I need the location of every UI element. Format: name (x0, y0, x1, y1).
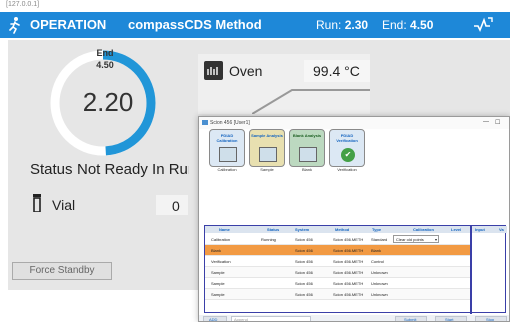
cell-status: Running (261, 237, 276, 242)
status-value: Not Ready In Run (77, 161, 189, 178)
submit-button[interactable]: Submit (395, 316, 427, 321)
run-time: Run: 2.30 (316, 18, 369, 32)
cell-method: Scion 456.METH (333, 281, 364, 286)
oven-label: Oven (229, 63, 263, 79)
cell-type: Standard (371, 237, 388, 242)
cell-system: Scion 456 (295, 248, 313, 253)
cell-type: Unknown (371, 281, 388, 286)
add-button[interactable]: ADD (203, 316, 227, 321)
table-header: Name Status System Method Type Calibrati… (205, 226, 471, 233)
blank-step-tile[interactable]: Blank Analysis (289, 129, 325, 167)
step-caption: Sample (260, 167, 274, 172)
table-row[interactable]: Sample Scion 456 Scion 456.METH Unknown (205, 267, 470, 278)
calibration-plot-icon (219, 147, 237, 162)
sample-step-tile[interactable]: Sample Analysis (249, 129, 285, 167)
table-row[interactable]: Sample Scion 456 Scion 456.METH Unknown (205, 278, 470, 289)
step-title: Sample Analysis (251, 133, 283, 138)
calibration-step-tile[interactable]: PDIAD Calibration (209, 129, 245, 167)
cell-system: Scion 456 (295, 270, 313, 275)
side-table-header: Input Va (471, 226, 507, 233)
column-header[interactable]: Type (372, 227, 381, 232)
cell-system: Scion 456 (295, 237, 313, 242)
window-titlebar[interactable]: Scion 456 [User1] — ☐ (199, 117, 509, 129)
column-header[interactable]: Calibration (413, 227, 434, 232)
sequence-window: Scion 456 [User1] — ☐ PDIAD Calibration … (198, 116, 510, 322)
table-row[interactable]: Calibration Running Scion 456 Scion 456.… (205, 234, 470, 245)
step-caption: Blank (301, 167, 312, 172)
column-header[interactable]: Status (267, 227, 279, 232)
table-row[interactable]: Verification Scion 456 Scion 456.METH Co… (205, 256, 470, 267)
runner-icon (9, 17, 20, 34)
stop-button[interactable]: Stop (475, 316, 507, 321)
blank-vial-icon (299, 147, 317, 162)
minimize-button[interactable]: — (483, 119, 489, 125)
chevron-down-icon: ▾ (434, 237, 437, 242)
force-standby-button[interactable]: Force Standby (12, 262, 112, 280)
cell-system: Scion 456 (295, 292, 313, 297)
step-caption: Verification (337, 167, 357, 172)
column-header[interactable]: Level (451, 227, 461, 232)
cell-type: Control (371, 259, 384, 264)
sequence-table: Name Status System Method Type Calibrati… (204, 225, 507, 314)
table-row-selected[interactable]: Blank Scion 456 Scion 456.METH Blank (205, 245, 470, 256)
calibration-dropdown[interactable]: Clear old points ▾ (393, 235, 439, 243)
column-header[interactable]: Name (219, 227, 230, 232)
cell-method: Scion 456.METH (333, 237, 364, 242)
status-label: Status (30, 161, 73, 178)
calibration-value: Clear old points (396, 237, 424, 242)
cell-method: Scion 456.METH (333, 248, 364, 253)
end-time: End: 4.50 (382, 18, 434, 32)
signal-icon[interactable] (472, 16, 494, 34)
cell-name: Calibration (211, 237, 231, 242)
cell-method: Scion 456.METH (333, 270, 364, 275)
cell-type: Unknown (371, 270, 388, 275)
sample-vial-icon (259, 147, 277, 162)
step-title: Blank Analysis (292, 133, 322, 138)
operation-header: OPERATION compassCDS Method Run: 2.30 En… (0, 12, 510, 38)
cell-method: Scion 456.METH (333, 292, 364, 297)
cell-type: Blank (371, 248, 382, 253)
cell-name: Sample (211, 281, 225, 286)
cell-name: Blank (211, 248, 222, 253)
gauge-value: 2.20 (82, 87, 134, 117)
cell-type: Unknown (371, 292, 388, 297)
vial-value: 0 (172, 198, 180, 214)
table-row[interactable]: Sample Scion 456 Scion 456.METH Unknown (205, 289, 470, 300)
step-title: PDIAD Verification (336, 133, 358, 143)
append-field[interactable]: Append (231, 316, 311, 321)
column-header[interactable]: Method (335, 227, 349, 232)
maximize-button[interactable]: ☐ (495, 119, 500, 126)
gauge-end-value: 4.50 (96, 60, 114, 70)
method-name: compassCDS Method (128, 17, 262, 32)
table-divider (470, 226, 472, 314)
vial-icon (33, 194, 41, 212)
window-title: Scion 456 [User1] (210, 120, 250, 126)
step-caption: Calibration (217, 167, 237, 172)
checkmark-icon: ✔ (341, 148, 355, 162)
column-header[interactable]: System (295, 227, 309, 232)
gauge-end-label: End (96, 48, 114, 58)
address-fragment: [127.0.0.1] (6, 1, 40, 8)
cell-name: Verification (211, 259, 231, 264)
oven-temperature: 99.4 °C (313, 63, 360, 79)
operation-title: OPERATION (30, 17, 107, 32)
column-header[interactable]: Input (475, 227, 485, 232)
vial-label: Vial (52, 197, 76, 213)
app-icon (202, 120, 208, 125)
cell-name: Sample (211, 270, 225, 275)
oven-temperature-trace (252, 89, 370, 114)
cell-method: Scion 456.METH (333, 259, 364, 264)
window-footer: ADD Append Submit Start Stop (199, 315, 509, 321)
cell-name: Sample (211, 292, 225, 297)
cell-system: Scion 456 (295, 259, 313, 264)
cell-system: Scion 456 (295, 281, 313, 286)
oven-icon (204, 61, 223, 80)
start-button[interactable]: Start (435, 316, 467, 321)
column-header[interactable]: Va (499, 227, 504, 232)
verification-step-tile[interactable]: PDIAD Verification ✔ (329, 129, 365, 167)
step-title: PDIAD Calibration (216, 133, 238, 143)
